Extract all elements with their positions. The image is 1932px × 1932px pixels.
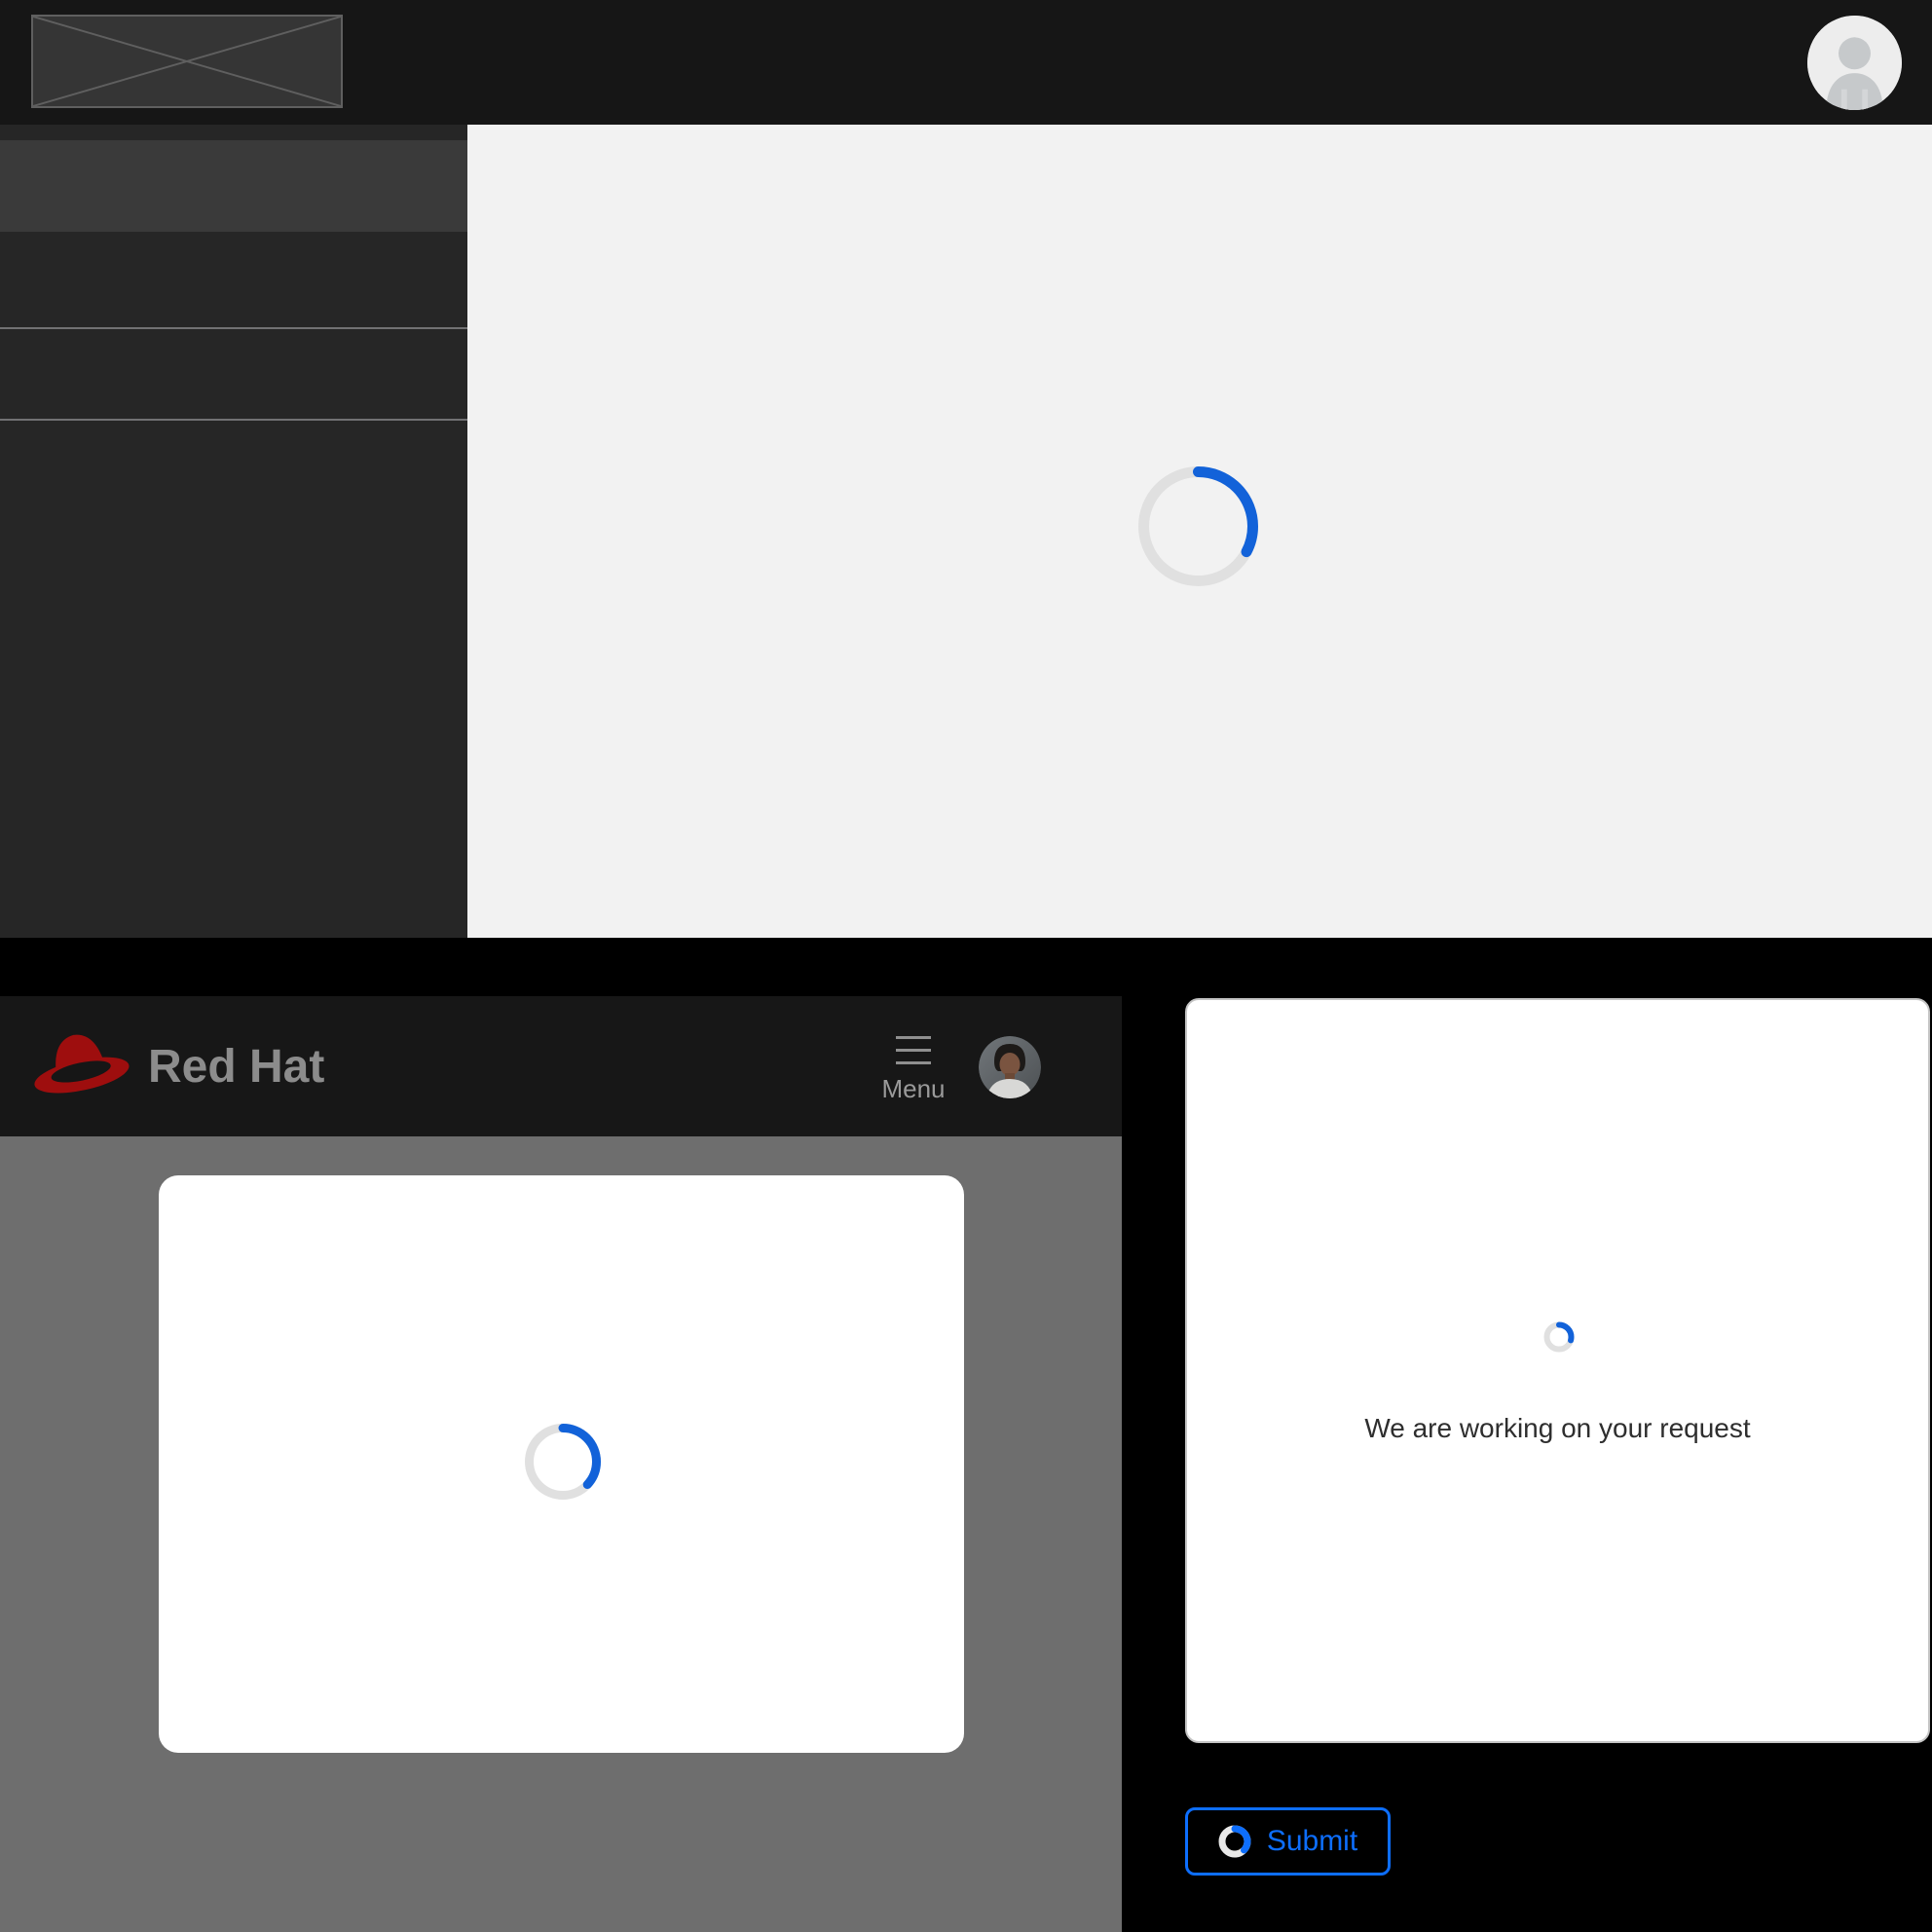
loading-spinner-icon [1543,1321,1575,1353]
main-content-loading-area [467,125,1932,938]
sidebar-item-2[interactable] [0,232,467,327]
menu-button-label: Menu [881,1074,945,1104]
sidebar-item-3[interactable] [0,329,467,419]
menu-button[interactable]: Menu [867,1020,960,1121]
loading-card [159,1175,964,1753]
submit-button[interactable]: Submit [1185,1807,1391,1876]
redhat-fedora-icon [27,1022,134,1111]
redhat-brand[interactable]: Red Hat [27,1018,324,1115]
top-app-header [0,0,1932,125]
status-message: We are working on your request [1187,1413,1928,1444]
image-placeholder-icon[interactable] [31,15,343,108]
profile-photo-avatar[interactable] [979,1036,1041,1098]
submit-button-label: Submit [1267,1825,1357,1858]
button-spinner-icon [1218,1825,1251,1858]
profile-photo-icon [979,1036,1041,1098]
hamburger-menu-icon [896,1036,931,1064]
brand-name-text: Red Hat [148,1040,324,1094]
generic-user-icon [1807,16,1902,110]
placeholder-cross-icon [33,17,341,106]
mobile-preview-panel: Red Hat Menu [0,996,1122,1932]
request-status-card: We are working on your request [1185,998,1930,1743]
sidebar-divider [0,419,467,421]
mobile-header: Red Hat Menu [0,996,1122,1136]
sidebar-nav [0,125,467,938]
loading-spinner-icon [525,1424,601,1500]
user-avatar-icon[interactable] [1807,16,1902,110]
loading-spinner-icon [1137,465,1259,587]
screenshot-root: Red Hat Menu [0,0,1932,1932]
sidebar-item-1-selected[interactable] [0,140,467,232]
